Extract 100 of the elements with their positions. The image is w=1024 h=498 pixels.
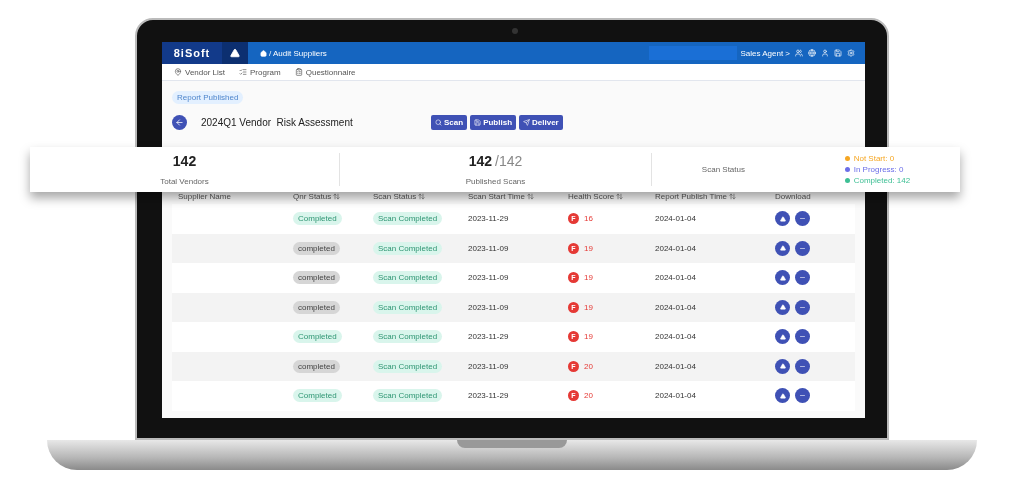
download-button[interactable] (775, 358, 790, 374)
download-button[interactable] (775, 299, 790, 315)
health-score: 19 (584, 302, 593, 312)
table-cell: 2023-11-09 (468, 273, 509, 283)
qnr-status-pill: completed (293, 271, 340, 285)
list-icon (239, 68, 248, 76)
table-cell: 2024-01-04 (655, 391, 696, 401)
user-icon[interactable] (821, 49, 829, 57)
status-badge: Report Published (172, 91, 244, 104)
logo: 8iSoft (162, 42, 222, 64)
home-icon[interactable] (260, 49, 267, 57)
column-header[interactable]: Qnr Status (293, 191, 332, 201)
save-icon[interactable] (834, 49, 842, 57)
camera-icon (512, 28, 518, 34)
more-button[interactable] (795, 388, 810, 404)
triangle-icon (779, 245, 786, 252)
triangle-icon (779, 274, 786, 281)
table-cell: 2023-11-09 (468, 302, 509, 312)
health-score: 20 (584, 361, 593, 371)
page-title: 2024Q1 Vendor Risk Assessment (201, 116, 354, 128)
more-button[interactable] (795, 270, 810, 286)
users-icon[interactable] (795, 49, 803, 57)
download-button[interactable] (775, 270, 790, 286)
stat-value: 142 (172, 153, 197, 169)
action-button[interactable]: Scan (431, 114, 468, 130)
scan-status-pill: Scan Completed (373, 330, 443, 344)
sort-icon[interactable] (729, 192, 737, 200)
more-button[interactable] (795, 329, 810, 345)
nav-tab[interactable]: Program (239, 67, 281, 77)
stat-label: Published Scans (465, 177, 526, 186)
globe-icon[interactable] (808, 49, 816, 57)
legend-text: Completed: 142 (853, 176, 911, 185)
column-header[interactable]: Report Publish Time (655, 191, 728, 201)
sort-icon[interactable] (526, 192, 534, 200)
health-score: 20 (584, 391, 593, 401)
sort-icon[interactable] (333, 192, 341, 200)
scan-status-pill: Scan Completed (373, 300, 443, 314)
qnr-status-pill: Completed (293, 330, 342, 344)
stat-value: 142 (468, 153, 493, 169)
settings-icon[interactable] (847, 49, 855, 57)
download-button[interactable] (775, 329, 790, 345)
column-header[interactable]: Scan Status (373, 191, 417, 201)
qnr-status-pill: completed (293, 300, 340, 314)
table-cell: 2023-11-09 (468, 361, 509, 371)
sort-icon[interactable] (418, 192, 426, 200)
more-button[interactable] (795, 299, 810, 315)
user-role[interactable]: Sales Agent > (740, 48, 790, 58)
action-button[interactable]: Publish (470, 114, 516, 130)
table-cell: 2024-01-04 (655, 243, 696, 253)
qnr-status-pill: Completed (293, 212, 342, 226)
triangle-logo-icon (230, 48, 240, 58)
download-button[interactable] (775, 211, 790, 227)
health-score: 19 (584, 243, 593, 253)
scan-status-pill: Scan Completed (373, 212, 443, 226)
table-cell: 2024-01-04 (655, 332, 696, 342)
table-cell: 2024-01-04 (655, 273, 696, 283)
column-header[interactable]: Download (775, 191, 811, 201)
more-button[interactable] (795, 358, 810, 374)
nav-tab[interactable]: Questionnaire (294, 67, 356, 77)
stat-total: /142 (495, 153, 523, 169)
nav-tab[interactable]: Vendor List (174, 67, 226, 77)
table-cell: 2023-11-29 (468, 391, 509, 401)
clipboard-icon (294, 68, 303, 76)
triangle-icon (779, 392, 786, 399)
health-score: 16 (584, 214, 593, 224)
save-icon (474, 118, 482, 126)
triangle-icon (779, 304, 786, 311)
sort-icon[interactable] (616, 192, 624, 200)
download-button[interactable] (775, 240, 790, 256)
table-cell: 2023-11-09 (468, 243, 509, 253)
back-button[interactable] (172, 114, 187, 130)
health-score: 19 (584, 273, 593, 283)
arrow-left-icon (175, 117, 184, 127)
download-button[interactable] (775, 388, 790, 404)
scan-status-pill: Scan Completed (373, 241, 443, 255)
pin-icon (174, 68, 182, 76)
qnr-status-pill: completed (293, 359, 340, 373)
scan-status-pill: Scan Completed (373, 359, 443, 373)
more-button[interactable] (795, 211, 810, 227)
stat-label: Total Vendors (160, 177, 209, 186)
table-cell: 2023-11-29 (468, 214, 509, 224)
triangle-icon (779, 215, 786, 222)
scan-status-pill: Scan Completed (373, 271, 443, 285)
triangle-icon (779, 333, 786, 340)
stat-label: Scan Status (701, 165, 745, 174)
health-score: 19 (584, 332, 593, 342)
triangle-icon (779, 363, 786, 370)
scan-status-pill: Scan Completed (373, 389, 443, 403)
send-icon (523, 118, 530, 126)
column-header[interactable]: Health Score (568, 191, 615, 201)
column-header[interactable]: Scan Start Time (468, 191, 525, 201)
table-cell: 2024-01-04 (655, 361, 696, 371)
breadcrumb[interactable]: / Audit Suppliers (269, 48, 327, 58)
action-button[interactable]: Deliver (519, 114, 563, 130)
table-cell: 2023-11-29 (468, 332, 509, 342)
search-icon (435, 118, 442, 126)
table-cell: 2024-01-04 (655, 302, 696, 312)
qnr-status-pill: completed (293, 241, 340, 255)
column-header[interactable]: Supplier Name (178, 191, 231, 201)
more-button[interactable] (795, 240, 810, 256)
